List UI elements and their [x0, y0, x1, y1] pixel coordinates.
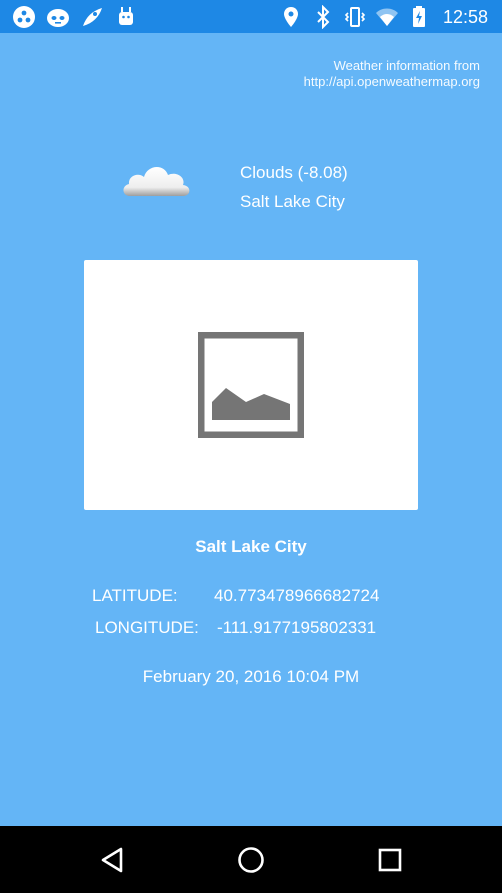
- navigation-bar: [0, 826, 502, 893]
- status-bar: 12:58: [0, 0, 502, 33]
- android-icon: [119, 7, 133, 25]
- status-left-icons: [12, 5, 138, 29]
- location-city-title: Salt Lake City: [195, 537, 307, 556]
- latitude-label: LATITUDE:: [92, 586, 178, 605]
- vibrate-icon: [344, 7, 366, 27]
- battery-charging-icon: [412, 6, 425, 27]
- wifi-icon: [375, 8, 398, 26]
- weather-source: Weather information from http://api.open…: [180, 58, 480, 90]
- status-right-icons: 12:58: [279, 5, 488, 29]
- image-placeholder-icon: [198, 332, 304, 438]
- source-link[interactable]: http://api.openweathermap.org: [180, 74, 480, 90]
- longitude-label: LONGITUDE:: [95, 618, 199, 637]
- back-icon[interactable]: [95, 842, 131, 878]
- recents-icon[interactable]: [372, 842, 408, 878]
- latitude-value: 40.773478966682724: [214, 586, 380, 605]
- source-line-1: Weather information from: [333, 58, 480, 73]
- blockchain-icon: [13, 6, 35, 28]
- alien-face-icon: [47, 9, 69, 27]
- observation-date: February 20, 2016 10:04 PM: [142, 667, 360, 686]
- clouds-icon: [123, 166, 190, 196]
- rocket-icon: [83, 8, 102, 26]
- weather-city: Salt Lake City: [240, 192, 345, 211]
- map-image-card: [84, 260, 418, 510]
- bluetooth-icon: [317, 5, 330, 29]
- longitude-value: -111.9177195802331: [217, 618, 377, 637]
- clock: 12:58: [442, 6, 488, 27]
- weather-condition: Clouds (-8.08): [240, 163, 348, 182]
- home-icon[interactable]: [233, 842, 269, 878]
- location-icon: [283, 7, 298, 27]
